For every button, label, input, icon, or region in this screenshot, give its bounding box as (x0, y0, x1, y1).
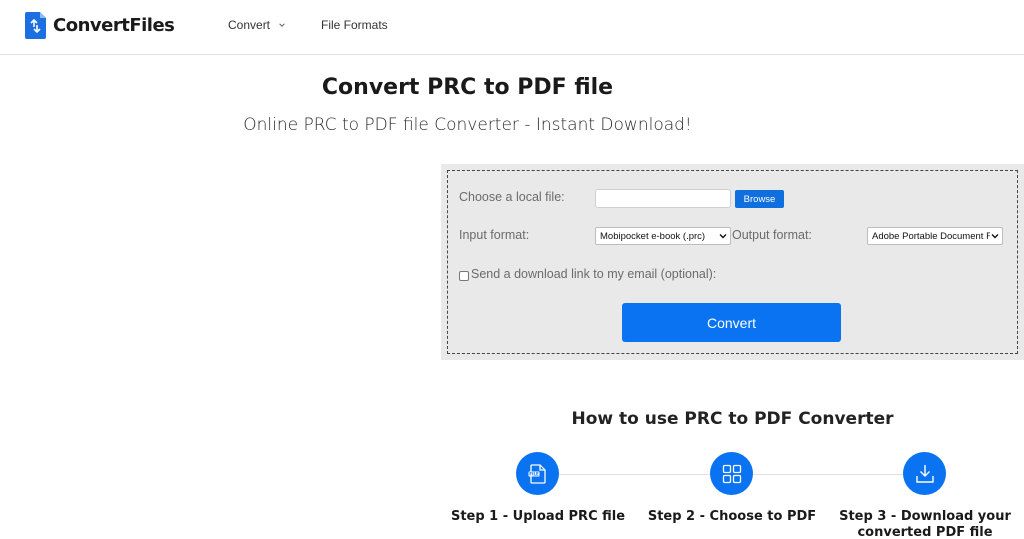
chevron-down-icon (279, 23, 285, 27)
email-checkbox[interactable] (459, 271, 469, 281)
email-option-label: Send a download link to my email (option… (471, 267, 717, 281)
step-2-label: Step 2 - Choose to PDF (632, 509, 832, 525)
step-1-label: Step 1 - Upload PRC file (438, 509, 638, 525)
step-3-label: Step 3 - Download your converted PDF fil… (825, 509, 1024, 539)
nav-convert[interactable]: Convert (228, 18, 286, 32)
step-2-circle (710, 452, 753, 495)
file-input[interactable] (595, 189, 731, 208)
step-3-circle (903, 452, 946, 495)
nav-convert-label: Convert (228, 18, 271, 32)
step-1-label-line1: Step 1 - Upload PRC file (450, 509, 626, 524)
howto-title: How to use PRC to PDF Converter (571, 409, 894, 429)
step-3-label-line2: converted PDF file (857, 525, 993, 539)
logo-text: ConvertFiles (53, 15, 175, 36)
grid-icon (722, 464, 741, 483)
download-icon (915, 464, 934, 483)
page-subtitle: Online PRC to PDF file Converter - Insta… (243, 115, 692, 135)
choose-file-label: Choose a local file: (459, 190, 565, 204)
input-format-value: Mobipocket e-book (.prc) (600, 230, 706, 242)
step-1-circle: FILE (516, 452, 559, 495)
step-3-label-line1: Step 3 - Download your (839, 509, 1011, 524)
output-format-select[interactable]: Adobe Portable Document Format (.pdf) (867, 227, 1003, 245)
page-title: Convert PRC to PDF file (321, 75, 614, 100)
chevron-down-icon (991, 234, 999, 239)
logo[interactable]: ConvertFiles (25, 12, 175, 39)
file-upload-icon: FILE (528, 463, 546, 484)
chevron-down-icon (719, 234, 727, 239)
svg-text:FILE: FILE (529, 471, 539, 476)
nav-file-formats[interactable]: File Formats (321, 18, 388, 32)
input-format-select[interactable]: Mobipocket e-book (.prc) (595, 227, 731, 245)
output-format-label: Output format: (732, 228, 812, 242)
logo-icon (25, 12, 46, 39)
output-format-value: Adobe Portable Document Format (.pdf) (872, 230, 990, 242)
convert-button[interactable]: Convert (622, 303, 841, 342)
browse-button[interactable]: Browse (735, 190, 784, 208)
site-header: ConvertFiles Convert File Formats (0, 0, 1024, 55)
step-2-label-line1: Step 2 - Choose to PDF (647, 509, 817, 524)
input-format-label: Input format: (459, 228, 530, 242)
